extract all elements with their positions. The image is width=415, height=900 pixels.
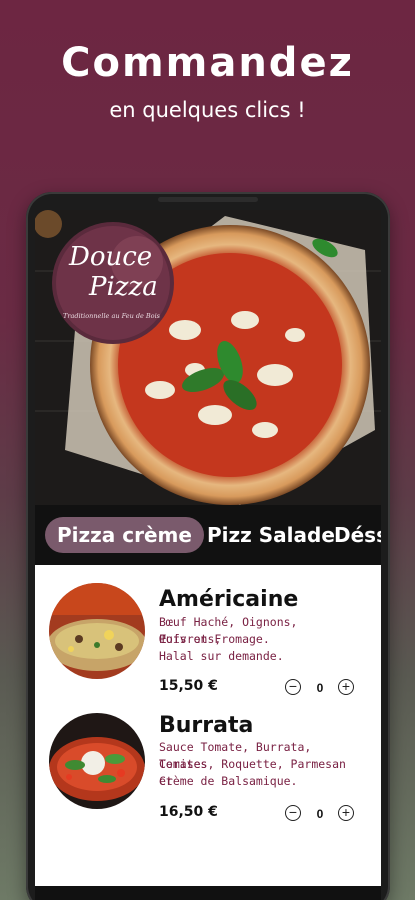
item-thumbnail — [49, 713, 145, 809]
item-thumbnail — [49, 583, 145, 679]
item-description-line3: Halal sur demande. — [159, 649, 284, 663]
decrease-quantity-button[interactable]: − — [285, 805, 301, 821]
increase-quantity-button[interactable]: + — [338, 805, 354, 821]
bottom-bar — [35, 886, 381, 900]
hero-banner: Douce Pizza Traditionnelle au Feu de Boi… — [35, 210, 381, 505]
app-screen: Douce Pizza Traditionnelle au Feu de Boi… — [35, 210, 381, 900]
item-quantity: 0 — [316, 807, 324, 821]
logo-line1: Douce — [69, 242, 153, 272]
menu-item-burrata[interactable]: Burrata Sauce Tomate, Burrata, Tomates C… — [35, 693, 381, 823]
item-name: Américaine — [159, 587, 299, 612]
menu-item-americaine[interactable]: Américaine Bœuf Haché, Oignons, Poivrons… — [35, 565, 381, 695]
item-name: Burrata — [159, 713, 254, 738]
phone-speaker — [158, 197, 258, 202]
item-description-line2: Œufs et Fromage. — [159, 632, 270, 646]
logo-tagline: Traditionnelle au Feu de Bois — [63, 312, 161, 320]
logo: Douce Pizza Traditionnelle au Feu de Boi… — [57, 232, 169, 344]
logo-line2: Pizza — [89, 272, 158, 302]
category-tabs: Pizza crème Pizz Salade Déss — [35, 505, 381, 565]
item-price: 16,50 € — [159, 804, 218, 820]
item-price: 15,50 € — [159, 678, 218, 694]
promo-subline: en quelques clics ! — [109, 98, 306, 122]
item-description-line3: Crème de Balsamique. — [159, 774, 298, 788]
promo-headline: Commandez — [61, 40, 354, 86]
tab-pizza-creme[interactable]: Pizza crème — [45, 517, 204, 553]
tab-desserts[interactable]: Déss — [322, 517, 381, 553]
